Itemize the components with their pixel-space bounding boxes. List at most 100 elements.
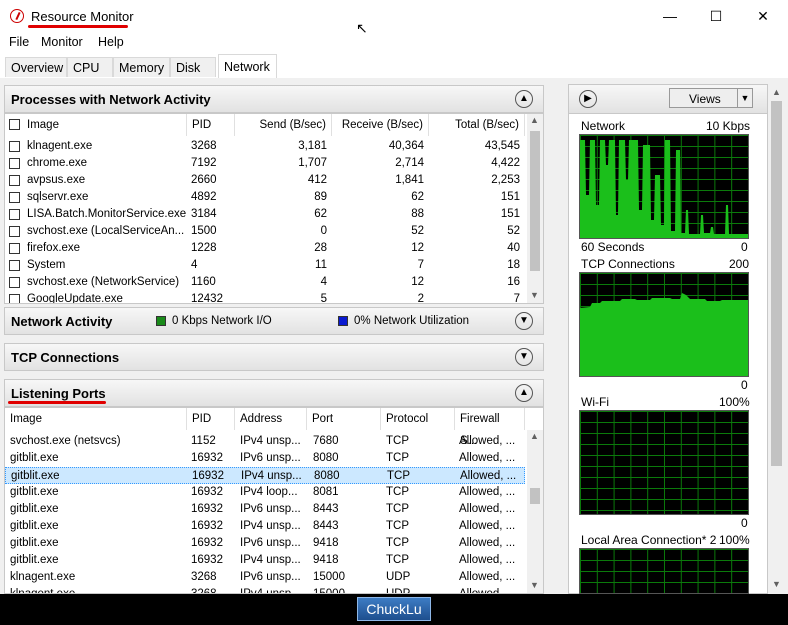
cell-image: gitblit.exe	[10, 503, 59, 515]
expand-chevron-down-icon[interactable]: ▼	[515, 312, 533, 330]
table-row[interactable]: gitblit.exe 16932 IPv4 loop... 8081 TCP Allow…	[5, 484, 525, 501]
table-row[interactable]: klnagent.exe 3268 IPv4 unsp... 15000 UDP Allo…	[5, 586, 525, 593]
scroll-thumb[interactable]	[530, 131, 540, 271]
network-graph-title: Network	[581, 119, 626, 133]
scroll-up-arrow-icon[interactable]: ▲	[772, 87, 781, 97]
col-image[interactable]: Image	[5, 408, 187, 430]
scroll-down-arrow-icon[interactable]: ▼	[530, 580, 539, 590]
col-pid[interactable]: PID	[187, 114, 235, 136]
collapse-graphs-arrow-icon[interactable]: ▶	[579, 90, 597, 108]
col-protocol[interactable]: Protocol	[381, 408, 455, 430]
section-title: TCP Connections	[11, 350, 120, 365]
table-row[interactable]: System 4 11 7 18	[5, 257, 525, 274]
expand-chevron-down-icon[interactable]: ▼	[515, 348, 533, 366]
row-checkbox[interactable]	[9, 192, 20, 203]
cell-total: 52	[507, 225, 520, 237]
table-row[interactable]: LISA.Batch.MonitorService.exe 3184 62 88 151	[5, 206, 525, 223]
close-button[interactable]: ✕	[740, 4, 786, 28]
cell-image: svchost.exe (LocalServiceAn...	[27, 225, 185, 237]
col-pid[interactable]: PID	[187, 408, 235, 430]
minimize-button[interactable]: —	[647, 4, 693, 28]
tab-network[interactable]: Network	[218, 54, 277, 78]
row-checkbox[interactable]	[9, 243, 20, 254]
wifi-graph-min: 0	[741, 516, 748, 530]
tab-cpu[interactable]: CPU	[67, 57, 113, 77]
tab-memory[interactable]: Memory	[113, 57, 170, 77]
taskbar-window-button[interactable]: ChuckLu	[357, 597, 431, 621]
tcp-connections-graph	[579, 272, 749, 377]
cell-pid: 16932	[191, 503, 223, 515]
listening-scrollbar[interactable]: ▲ ▼	[527, 430, 543, 593]
network-utilization-label: 0% Network Utilization	[354, 315, 470, 327]
cell-send: 1,707	[298, 157, 327, 169]
collapse-chevron-up-icon[interactable]: ▲	[515, 90, 533, 108]
table-row[interactable]: chrome.exe 7192 1,707 2,714 4,422	[5, 155, 525, 172]
processes-scrollbar[interactable]: ▲ ▼	[527, 114, 543, 303]
table-row[interactable]: gitblit.exe 16932 IPv4 unsp... 8443 TCP Allow…	[5, 518, 525, 535]
cell-send: 5	[320, 293, 327, 304]
col-total[interactable]: Total (B/sec)	[429, 114, 525, 136]
views-dropdown[interactable]: Views ▼	[669, 88, 753, 108]
cell-total: 151	[500, 191, 520, 203]
col-port[interactable]: Port	[307, 408, 381, 430]
row-checkbox[interactable]	[9, 175, 20, 186]
cell-firewall: Allowed, ...	[459, 537, 516, 549]
col-receive[interactable]: Receive (B/sec)	[332, 114, 429, 136]
wifi-graph-max: 100%	[719, 395, 750, 409]
table-row[interactable]: svchost.exe (LocalServiceAn... 1500 0 52 52	[5, 223, 525, 240]
row-checkbox[interactable]	[9, 158, 20, 169]
tab-disk[interactable]: Disk	[170, 57, 216, 77]
table-row[interactable]: svchost.exe (NetworkService) 1160 4 12 16	[5, 274, 525, 291]
table-row[interactable]: gitblit.exe 16932 IPv4 unsp... 8080 TCP Allow…	[5, 467, 525, 484]
table-row[interactable]: GoogleUpdate.exe 12432 5 2 7	[5, 291, 525, 304]
table-row[interactable]: sqlservr.exe 4892 89 62 151	[5, 189, 525, 206]
network-activity-section-header[interactable]: Network Activity 0 Kbps Network I/O 0% N…	[4, 307, 544, 335]
table-row[interactable]: gitblit.exe 16932 IPv6 unsp... 8443 TCP Allow…	[5, 501, 525, 518]
collapse-chevron-up-icon[interactable]: ▲	[515, 384, 533, 402]
listening-ports-table: Image PID Address Port Protocol Firewall…	[4, 407, 544, 594]
tab-overview[interactable]: Overview	[5, 57, 67, 77]
cell-receive: 2	[417, 293, 424, 304]
table-row[interactable]: gitblit.exe 16932 IPv6 unsp... 9418 TCP Allow…	[5, 535, 525, 552]
graphs-toolbar: ▶ Views ▼	[569, 85, 767, 114]
scroll-down-arrow-icon[interactable]: ▼	[530, 290, 539, 300]
tcp-connections-section-header[interactable]: TCP Connections ▼	[4, 343, 544, 371]
cell-image: LISA.Batch.MonitorService.exe	[27, 208, 187, 220]
scroll-up-arrow-icon[interactable]: ▲	[530, 431, 539, 441]
graphs-scrollbar[interactable]: ▲ ▼	[768, 84, 785, 594]
scroll-up-arrow-icon[interactable]: ▲	[530, 115, 539, 125]
scroll-down-arrow-icon[interactable]: ▼	[772, 579, 781, 589]
cell-image: gitblit.exe	[11, 470, 60, 482]
col-send[interactable]: Send (B/sec)	[235, 114, 332, 136]
scroll-thumb[interactable]	[771, 101, 782, 466]
menu-help[interactable]: Help	[98, 35, 124, 49]
cell-image: gitblit.exe	[10, 554, 59, 566]
row-checkbox[interactable]	[9, 277, 20, 288]
row-checkbox[interactable]	[9, 260, 20, 271]
col-image[interactable]: Image	[22, 114, 187, 136]
row-checkbox[interactable]	[9, 209, 20, 220]
maximize-button[interactable]: ☐	[693, 4, 739, 28]
table-row[interactable]: svchost.exe (netsvcs) 1152 IPv4 unsp... 768…	[5, 433, 525, 450]
cell-address: IPv6 unsp...	[240, 571, 301, 583]
scroll-thumb[interactable]	[530, 488, 540, 504]
processes-section-header[interactable]: Processes with Network Activity ▲	[4, 85, 544, 113]
table-row[interactable]: klnagent.exe 3268 3,181 40,364 43,545	[5, 138, 525, 155]
row-checkbox[interactable]	[9, 141, 20, 152]
table-row[interactable]: avpsus.exe 2660 412 1,841 2,253	[5, 172, 525, 189]
col-firewall-status[interactable]: Firewall S...	[455, 408, 525, 447]
cell-total: 43,545	[484, 140, 520, 152]
cell-pid: 1160	[191, 276, 216, 288]
cell-port: 8443	[313, 520, 339, 532]
table-row[interactable]: firefox.exe 1228 28 12 40	[5, 240, 525, 257]
row-checkbox[interactable]	[9, 294, 20, 303]
col-address[interactable]: Address	[235, 408, 307, 430]
cell-port: 8080	[314, 470, 340, 482]
select-all-checkbox[interactable]	[9, 119, 20, 130]
table-row[interactable]: gitblit.exe 16932 IPv4 unsp... 9418 TCP Allow…	[5, 552, 525, 569]
table-row[interactable]: klnagent.exe 3268 IPv6 unsp... 15000 UDP Allo…	[5, 569, 525, 586]
table-row[interactable]: gitblit.exe 16932 IPv6 unsp... 8080 TCP Allow…	[5, 450, 525, 467]
menu-monitor[interactable]: Monitor	[41, 35, 83, 49]
menu-file[interactable]: File	[9, 35, 29, 49]
row-checkbox[interactable]	[9, 226, 20, 237]
